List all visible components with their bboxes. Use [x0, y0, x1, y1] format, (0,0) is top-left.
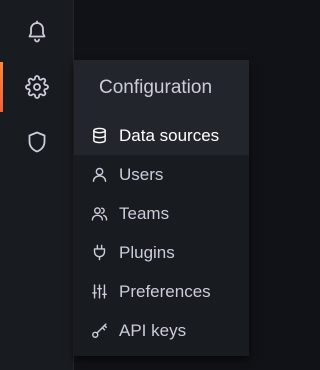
menu-item-preferences[interactable]: Preferences — [74, 272, 249, 311]
menu-items: Data sources Users Teams Plugins Prefere… — [74, 116, 249, 356]
menu-item-teams[interactable]: Teams — [74, 194, 249, 233]
menu-item-data-sources[interactable]: Data sources — [74, 116, 249, 155]
nav-server-admin[interactable] — [0, 115, 74, 169]
gear-icon — [25, 75, 49, 99]
menu-item-users[interactable]: Users — [74, 155, 249, 194]
menu-item-label: Data sources — [119, 125, 220, 145]
key-icon — [90, 322, 108, 340]
users-icon — [90, 205, 108, 223]
nav-alerting[interactable] — [0, 5, 74, 59]
menu-item-label: Users — [119, 164, 164, 184]
menu-item-plugins[interactable]: Plugins — [74, 233, 249, 272]
menu-item-label: API keys — [119, 320, 187, 340]
bell-icon — [28, 20, 46, 43]
database-icon — [90, 127, 108, 145]
configuration-menu: Configuration Data sources Users Teams P… — [74, 60, 249, 356]
user-icon — [90, 166, 108, 184]
sliders-icon — [90, 283, 108, 301]
menu-item-label: Teams — [119, 203, 170, 223]
menu-item-label: Plugins — [119, 242, 175, 262]
menu-item-label: Preferences — [119, 281, 211, 301]
plug-icon — [90, 244, 108, 262]
shield-icon — [28, 131, 46, 153]
sidebar — [0, 0, 74, 370]
nav-configuration[interactable] — [0, 60, 74, 114]
menu-title[interactable]: Configuration — [74, 60, 249, 116]
menu-item-api-keys[interactable]: API keys — [74, 311, 249, 350]
